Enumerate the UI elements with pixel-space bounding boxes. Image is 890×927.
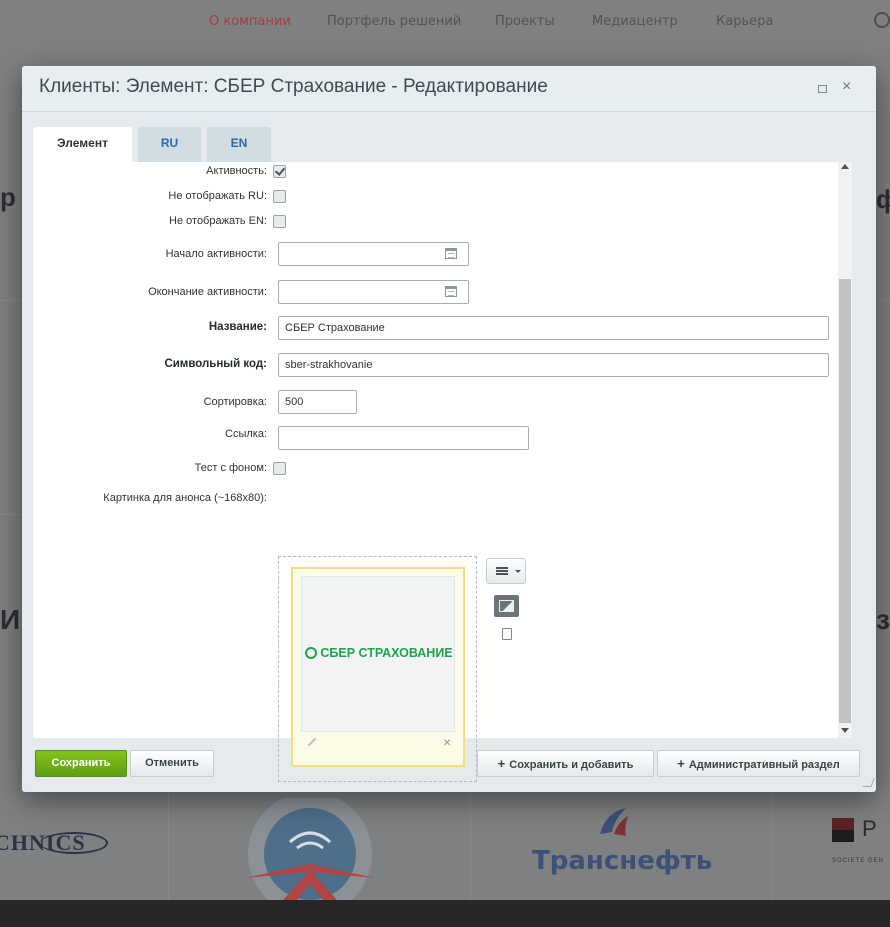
resize-handle-icon[interactable] — [862, 778, 875, 787]
file-icon[interactable] — [502, 628, 512, 640]
sber-check-icon — [305, 647, 318, 659]
hide-en-label: Не отображать EN: — [169, 215, 267, 227]
background-logo-fragment: ф — [876, 184, 890, 214]
image-preview-card: СБЕР СТРАХОВАНИЕ × — [291, 567, 465, 767]
transneft-mark-icon — [600, 808, 628, 836]
vertical-scrollbar[interactable] — [838, 162, 852, 738]
sort-label: Сортировка: — [203, 396, 267, 408]
nav-media[interactable]: Медиацентр — [592, 14, 678, 29]
maximize-icon[interactable] — [818, 85, 827, 93]
tab-ru[interactable]: RU — [138, 127, 201, 162]
code-input[interactable]: sber-strakhovanie — [278, 353, 829, 377]
nav-career[interactable]: Карьера — [716, 14, 773, 29]
save-and-add-button[interactable]: + Сохранить и добавить — [477, 750, 654, 777]
nav-projects[interactable]: Проекты — [495, 14, 555, 29]
bg-test-label: Тест с фоном: — [194, 462, 267, 474]
image-menu-button[interactable] — [486, 558, 526, 584]
active-to-label: Окончание активности: — [148, 286, 267, 298]
save-button[interactable]: Сохранить — [35, 750, 127, 777]
background-logo-fragment: з — [876, 604, 890, 635]
active-label: Активность: — [206, 165, 267, 177]
plus-icon: + — [497, 756, 506, 771]
active-to-input[interactable] — [278, 280, 469, 304]
calendar-icon[interactable] — [445, 248, 457, 259]
grid-divider — [0, 514, 22, 515]
aviation-badge-logo — [245, 798, 375, 900]
transneft-logo: Транснефть — [532, 846, 713, 876]
image-drop-zone[interactable]: СБЕР СТРАХОВАНИЕ × — [278, 556, 477, 782]
form-panel: Активность: Не отображать RU: Не отображ… — [33, 162, 850, 782]
image-upload-icon[interactable] — [494, 595, 519, 617]
admin-section-label: Административный раздел — [688, 759, 840, 771]
save-and-add-label: Сохранить и добавить — [509, 759, 634, 771]
scroll-up-arrow-icon[interactable] — [841, 164, 849, 169]
delete-image-icon[interactable]: × — [443, 734, 451, 750]
technics-swoosh-icon — [40, 832, 108, 854]
socgen-logo-text: P — [862, 816, 877, 841]
sber-logo-image: СБЕР СТРАХОВАНИЕ — [302, 646, 456, 660]
active-checkbox[interactable] — [273, 165, 286, 178]
preview-image-label: Картинка для анонса (~168x80): — [103, 492, 267, 504]
hamburger-icon — [496, 567, 508, 575]
site-nav: О компании Портфель решений Проекты Меди… — [0, 0, 890, 44]
active-from-input[interactable] — [278, 242, 469, 266]
background-logo-fragment: И — [0, 604, 21, 635]
hide-en-checkbox[interactable] — [273, 215, 286, 228]
dialog-header[interactable]: Клиенты: Элемент: СБЕР Страхование - Ред… — [22, 66, 876, 112]
calendar-icon[interactable] — [445, 286, 457, 297]
dialog-title: Клиенты: Элемент: СБЕР Страхование - Ред… — [39, 76, 548, 97]
caret-down-icon — [515, 570, 521, 573]
socgen-logo-mark — [832, 818, 854, 842]
nav-solutions[interactable]: Портфель решений — [327, 14, 461, 29]
sber-logo-text: СБЕР СТРАХОВАНИЕ — [320, 646, 453, 660]
code-label: Символьный код: — [164, 358, 267, 370]
image-preview[interactable]: СБЕР СТРАХОВАНИЕ — [301, 576, 455, 732]
close-icon[interactable]: × — [842, 78, 851, 96]
name-label: Название: — [208, 321, 267, 333]
client-logos-row: CHNICS Транснефть P SOCIETE GEN — [0, 798, 890, 900]
search-icon[interactable] — [874, 12, 890, 28]
scroll-down-arrow-icon[interactable] — [841, 728, 849, 733]
plus-icon: + — [677, 756, 685, 771]
hide-ru-label: Не отображать RU: — [168, 190, 267, 202]
edit-element-dialog: Клиенты: Элемент: СБЕР Страхование - Ред… — [22, 66, 876, 792]
socgen-logo-subtext: SOCIETE GEN — [832, 858, 885, 864]
hide-ru-checkbox[interactable] — [273, 190, 286, 203]
admin-section-button[interactable]: + Административный раздел — [657, 750, 860, 777]
link-input[interactable] — [278, 426, 529, 450]
bg-test-checkbox[interactable] — [273, 462, 286, 475]
name-input[interactable]: СБЕР Страхование — [278, 316, 829, 340]
background-logo-fragment: р — [0, 182, 16, 212]
cancel-button[interactable]: Отменить — [130, 750, 214, 777]
tab-element[interactable]: Элемент — [33, 127, 132, 163]
active-from-label: Начало активности: — [165, 248, 267, 260]
site-footer-bar — [0, 900, 890, 927]
sort-input[interactable]: 500 — [278, 390, 357, 414]
nav-about[interactable]: О компании — [209, 14, 291, 29]
scrollbar-thumb[interactable] — [839, 279, 851, 723]
grid-divider — [0, 300, 22, 301]
pencil-icon[interactable] — [307, 737, 317, 747]
link-label: Ссылка: — [225, 428, 267, 440]
grid-divider — [876, 300, 890, 301]
tab-en[interactable]: EN — [207, 127, 271, 162]
